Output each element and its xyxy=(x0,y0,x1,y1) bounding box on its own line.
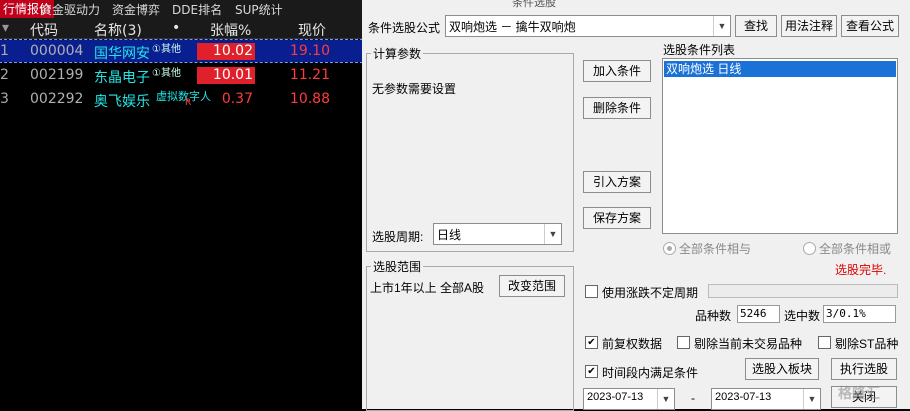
radio-and[interactable] xyxy=(663,242,676,255)
col-pct[interactable]: 张幅% xyxy=(210,20,251,40)
import-scheme-button[interactable]: 引入方案 xyxy=(583,171,651,193)
nav-fund-drive[interactable]: 资金驱动力 xyxy=(40,1,100,18)
delete-condition-button[interactable]: 删除条件 xyxy=(583,97,651,119)
row-tag: 虚拟数字人 xyxy=(156,90,211,103)
row-tag: ①其他 xyxy=(152,68,181,79)
date-to-value: 2023-07-13 xyxy=(715,391,772,403)
list-title: 选股条件列表 xyxy=(663,43,736,57)
dialog-title: 条件选股 xyxy=(512,0,556,9)
formula-select[interactable]: 双响炮选 － 擒牛双响炮 ▼ xyxy=(445,15,731,37)
date-to[interactable]: 2023-07-13 ▼ xyxy=(711,388,821,410)
chevron-down-icon[interactable]: ▼ xyxy=(657,389,674,409)
params-text: 无参数需要设置 xyxy=(372,82,457,96)
view-formula-button[interactable]: 查看公式 xyxy=(841,15,899,37)
row-name: 国华网安 xyxy=(94,46,150,62)
condition-select-dialog: 条件选股 条件选股公式 双响炮选 － 擒牛双响炮 ▼ 查找 用法注释 查看公式 … xyxy=(362,0,910,411)
list-item[interactable]: 双响炮选 日线 xyxy=(664,61,896,77)
params-title: 计算参数 xyxy=(371,45,424,62)
prefq-checkbox[interactable]: ✔ xyxy=(585,336,598,349)
radio-or-label: 全部条件相或 xyxy=(819,242,892,256)
selected-label: 选中数 xyxy=(784,309,821,323)
range-title: 选股范围 xyxy=(371,258,424,275)
save-scheme-button[interactable]: 保存方案 xyxy=(583,207,651,229)
nav-fund-game[interactable]: 资金博弈 xyxy=(112,1,160,18)
selected-field: 3/0.1% xyxy=(823,305,896,323)
table-row[interactable]: 3 002292 奥飞娱乐 虚拟数字人 R 0.37 10.88 xyxy=(0,88,362,110)
col-name[interactable]: 名称(3) xyxy=(94,20,142,40)
row-pct: 10.02 xyxy=(212,43,253,59)
row-code: 002292 xyxy=(30,91,84,107)
chevron-down-icon[interactable]: ▼ xyxy=(803,389,820,409)
status-text: 选股完毕. xyxy=(835,263,887,277)
find-button[interactable]: 查找 xyxy=(735,15,777,37)
header-sort-icon[interactable]: ▾ xyxy=(2,20,9,36)
nav-sup-stats[interactable]: SUP统计 xyxy=(235,1,283,18)
table-row[interactable]: 2 002199 东晶电子 ①其他 10.01 11.21 xyxy=(0,64,362,86)
row-code: 002199 xyxy=(30,67,84,83)
top-nav: 行情报价 资金驱动力 资金博弈 DDE排名 SUP统计 xyxy=(0,0,362,18)
progress-bar xyxy=(708,284,898,298)
date-from-value: 2023-07-13 xyxy=(587,391,644,403)
row-pct: 10.01 xyxy=(212,67,253,83)
row-code: 000004 xyxy=(30,43,84,59)
radio-and-label: 全部条件相与 xyxy=(679,242,752,256)
chevron-down-icon[interactable]: ▼ xyxy=(544,224,561,244)
period-label: 选股周期: xyxy=(372,230,424,244)
count-label: 品种数 xyxy=(695,309,732,323)
limit-period-label: 使用涨跌不定周期 xyxy=(602,286,699,300)
row-index: 2 xyxy=(0,67,9,83)
formula-label: 条件选股公式 xyxy=(368,21,441,35)
radio-or[interactable] xyxy=(803,242,816,255)
formula-value: 双响炮选 － 擒牛双响炮 xyxy=(449,20,576,34)
table-row[interactable]: 1 000004 国华网安 ①其他 10.02 19.10 xyxy=(0,39,363,63)
date-from[interactable]: 2023-07-13 ▼ xyxy=(583,388,675,410)
date-separator: - xyxy=(691,391,695,405)
chevron-down-icon[interactable]: ▼ xyxy=(713,16,730,36)
row-price: 10.88 xyxy=(289,91,330,107)
condition-list[interactable]: 双响炮选 日线 xyxy=(662,58,898,234)
row-name: 奥飞娱乐 xyxy=(94,94,150,110)
add-condition-button[interactable]: 加入条件 xyxy=(583,60,651,82)
exclude-untraded-label: 剔除当前未交易品种 xyxy=(694,337,803,351)
row-price: 19.10 xyxy=(289,43,330,59)
col-price[interactable]: 现价 xyxy=(298,20,326,40)
range-text: 上市1年以上 全部A股 xyxy=(370,281,485,295)
watermark-logo: 格隆汇 xyxy=(838,385,880,401)
row-pct: 0.37 xyxy=(221,91,253,107)
time-range-checkbox[interactable]: ✔ xyxy=(585,365,598,378)
change-range-button[interactable]: 改变范围 xyxy=(499,275,565,297)
period-select[interactable]: 日线 ▼ xyxy=(433,223,562,245)
to-block-button[interactable]: 选股入板块 xyxy=(745,358,819,380)
exclude-st-checkbox[interactable] xyxy=(818,336,831,349)
count-field: 5246 xyxy=(737,305,780,323)
col-code[interactable]: 代码 xyxy=(30,20,58,40)
execute-button[interactable]: 执行选股 xyxy=(831,358,897,380)
table-header: ▾ 代码 名称(3) • 张幅% 现价 xyxy=(0,18,362,39)
exclude-st-label: 剔除ST品种 xyxy=(835,337,899,351)
row-price: 11.21 xyxy=(289,67,330,83)
row-index: 3 xyxy=(0,91,9,107)
nav-dde-rank[interactable]: DDE排名 xyxy=(172,1,222,18)
period-value: 日线 xyxy=(437,228,462,242)
time-range-label: 时间段内满足条件 xyxy=(602,366,699,380)
col-dot: • xyxy=(172,20,181,36)
limit-period-checkbox[interactable] xyxy=(585,285,598,298)
row-name: 东晶电子 xyxy=(94,70,150,86)
exclude-untraded-checkbox[interactable] xyxy=(677,336,690,349)
usage-button[interactable]: 用法注释 xyxy=(781,15,837,37)
r-badge: R xyxy=(185,98,192,108)
row-index: 1 xyxy=(0,43,9,59)
row-tag: ①其他 xyxy=(152,44,181,55)
prefq-label: 前复权数据 xyxy=(602,337,663,351)
